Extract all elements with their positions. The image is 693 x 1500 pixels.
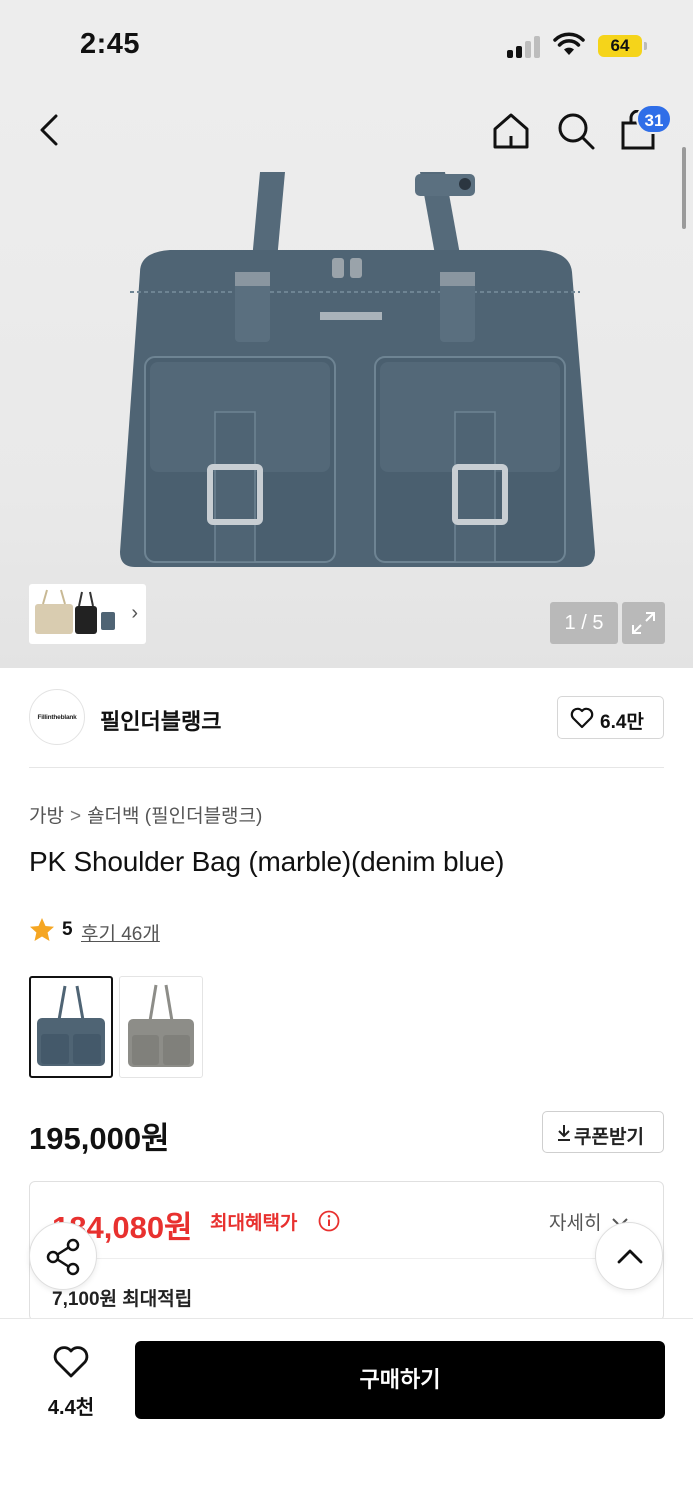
- color-option-grey[interactable]: [119, 976, 203, 1078]
- heart-icon: [53, 1346, 89, 1378]
- option-thumbnail-image: [37, 985, 105, 1066]
- brand-logo[interactable]: Fillintheblank: [29, 689, 85, 745]
- option-thumbnail-image: [128, 984, 194, 1067]
- bottom-action-bar: 4.4천 구매하기: [0, 1318, 693, 1500]
- breadcrumb-item-shoulder-bag[interactable]: 숄더백 (필인더블랭크): [87, 801, 262, 828]
- buy-button[interactable]: 구매하기: [135, 1341, 665, 1419]
- chevron-left-icon: [40, 114, 58, 146]
- coupon-button-label: 쿠폰받기: [574, 1127, 644, 1148]
- product-image: [120, 172, 595, 567]
- cart-count-badge: 31: [636, 104, 672, 134]
- battery-indicator: 64: [598, 35, 642, 57]
- divider: [29, 767, 664, 768]
- signal-icon: [507, 34, 543, 58]
- info-icon[interactable]: [318, 1210, 340, 1232]
- share-icon: [46, 1238, 80, 1276]
- star-icon: [30, 918, 54, 941]
- wishlist-count: 4.4천: [47, 1397, 95, 1419]
- download-icon: [558, 1125, 570, 1141]
- divider: [30, 1258, 663, 1259]
- thumbnail-images: [35, 589, 115, 634]
- wifi-icon: [553, 32, 585, 55]
- gallery-counter: 1 / 5: [550, 602, 618, 644]
- breadcrumb: 가방 > 숄더백 (필인더블랭크): [29, 801, 262, 828]
- review-count-link[interactable]: 후기 46개: [81, 919, 160, 946]
- fullscreen-button[interactable]: [622, 602, 665, 644]
- status-bar: 2:45 64: [0, 0, 693, 92]
- expand-icon: [632, 612, 655, 634]
- breadcrumb-item-bag[interactable]: 가방: [29, 801, 64, 828]
- search-icon: [558, 113, 595, 150]
- heart-icon: [570, 707, 594, 729]
- chevron-right-icon: ›: [131, 602, 138, 624]
- max-benefit-label: 최대혜택가: [210, 1213, 298, 1234]
- breadcrumb-separator: >: [69, 806, 82, 827]
- product-price: 195,000원: [29, 1121, 170, 1156]
- brand-like-count: 6.4만: [600, 712, 644, 733]
- battery-tip: [644, 42, 647, 50]
- product-title: PK Shoulder Bag (marble)(denim blue): [29, 846, 505, 877]
- benefit-detail-label: 자세히: [549, 1213, 602, 1234]
- scroll-to-top-button[interactable]: [595, 1222, 663, 1290]
- benefit-box: 184,080원 최대혜택가 자세히 7,100원 최대적립: [29, 1181, 664, 1321]
- scrollbar[interactable]: [682, 147, 686, 229]
- product-gallery[interactable]: 31 › 1 / 5: [0, 92, 693, 668]
- rating-score: 5: [62, 919, 73, 940]
- status-time: 2:45: [80, 28, 141, 60]
- wishlist-button[interactable]: 4.4천: [29, 1345, 113, 1421]
- color-option-denim-blue[interactable]: [29, 976, 113, 1078]
- search-button[interactable]: [555, 110, 597, 152]
- brand-name[interactable]: 필인더블랭크: [100, 704, 221, 736]
- share-button[interactable]: [29, 1222, 97, 1290]
- brand-like-button[interactable]: 6.4만: [557, 696, 664, 739]
- gallery-thumbnail-strip[interactable]: ›: [29, 584, 146, 644]
- chevron-up-icon: [617, 1249, 643, 1264]
- coupon-button[interactable]: 쿠폰받기: [542, 1111, 664, 1153]
- back-button[interactable]: [30, 110, 70, 150]
- home-button[interactable]: [490, 110, 532, 152]
- home-icon: [493, 113, 529, 149]
